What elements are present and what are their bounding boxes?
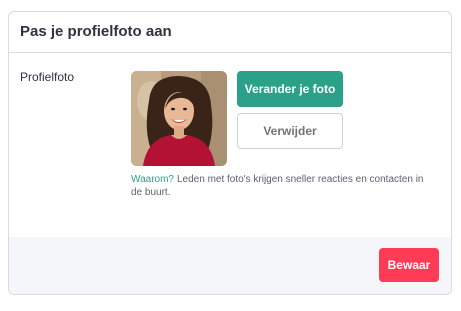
save-button[interactable]: Bewaar: [379, 248, 439, 282]
card-body: Profielfoto Verander je foto Verwijder W…: [9, 53, 451, 237]
card-footer: Bewaar: [9, 237, 451, 294]
profile-photo-label: Profielfoto: [20, 70, 75, 84]
help-description: Leden met foto's krijgen sneller reactie…: [131, 174, 424, 198]
photo-help-text: Waarom? Leden met foto's krijgen sneller …: [131, 173, 431, 199]
why-link[interactable]: Waarom?: [131, 174, 174, 185]
profile-photo-image: [131, 71, 227, 166]
change-photo-button[interactable]: Verander je foto: [237, 71, 343, 107]
profile-photo-card: Pas je profielfoto aan Profielfoto Veran…: [8, 11, 452, 295]
card-title: Pas je profielfoto aan: [20, 23, 172, 40]
card-header: Pas je profielfoto aan: [9, 12, 451, 53]
profile-photo: [131, 71, 227, 166]
remove-photo-button[interactable]: Verwijder: [237, 113, 343, 149]
